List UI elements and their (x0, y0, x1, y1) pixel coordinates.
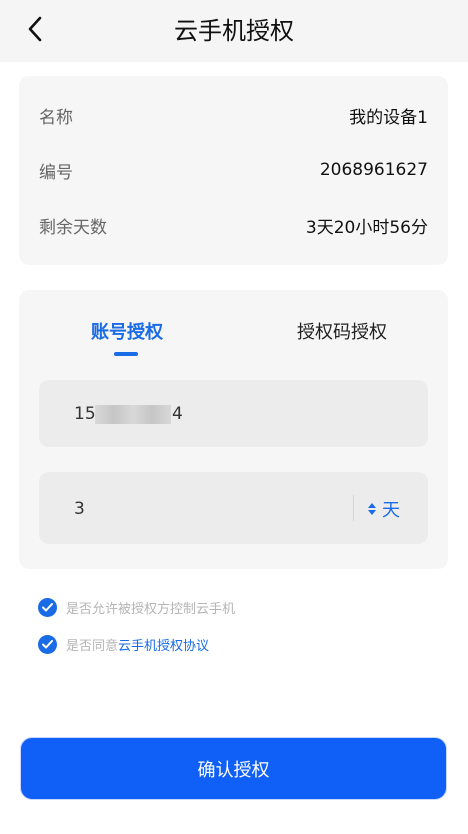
unit-label: 天 (382, 500, 400, 521)
allow-control-text: 是否允许被授权方控制云手机 (66, 602, 236, 617)
sort-arrows-icon (368, 503, 376, 515)
tab-code-auth[interactable]: 授权码授权 (297, 318, 387, 344)
account-mask (95, 405, 171, 424)
remaining-days-row: 剩余天数 3天20小时56分 (39, 210, 428, 240)
unit-select[interactable]: 天 (367, 496, 400, 522)
device-id-label: 编号 (39, 162, 73, 183)
checkbox-allow-control[interactable] (38, 598, 57, 617)
device-name-value: 我的设备1 (349, 107, 428, 128)
agree-prefix-text: 是否同意 (66, 639, 119, 654)
check-icon (42, 640, 53, 649)
agree-terms-row: 是否同意 云手机授权协议 (38, 635, 209, 654)
device-id-row: 编号 2068961627 (39, 155, 428, 185)
account-prefix: 15 (74, 404, 96, 424)
field-divider (353, 495, 354, 521)
page-title: 云手机授权 (174, 17, 294, 45)
header-bar: 云手机授权 (0, 0, 468, 62)
allow-control-row: 是否允许被授权方控制云手机 (38, 598, 235, 617)
device-info-card: 名称 我的设备1 编号 2068961627 剩余天数 3天20小时56分 (19, 76, 448, 265)
check-icon (42, 603, 53, 612)
device-id-value: 2068961627 (319, 160, 428, 180)
remaining-days-label: 剩余天数 (39, 217, 107, 238)
confirm-auth-button[interactable]: 确认授权 (20, 737, 447, 800)
device-name-label: 名称 (39, 107, 73, 128)
account-input[interactable]: 15 4 (39, 380, 428, 447)
days-input[interactable]: 3 天 (39, 472, 428, 544)
days-value: 3 (74, 499, 85, 519)
auth-card: 账号授权 授权码授权 15 4 3 天 (19, 290, 448, 569)
remaining-days-value: 3天20小时56分 (305, 217, 428, 238)
tab-account-auth[interactable]: 账号授权 (91, 318, 163, 344)
agreement-link[interactable]: 云手机授权协议 (118, 635, 209, 654)
device-name-row: 名称 我的设备1 (39, 100, 428, 130)
checkbox-agree-terms[interactable] (38, 635, 57, 654)
active-tab-indicator (114, 352, 138, 356)
account-suffix: 4 (172, 404, 183, 424)
